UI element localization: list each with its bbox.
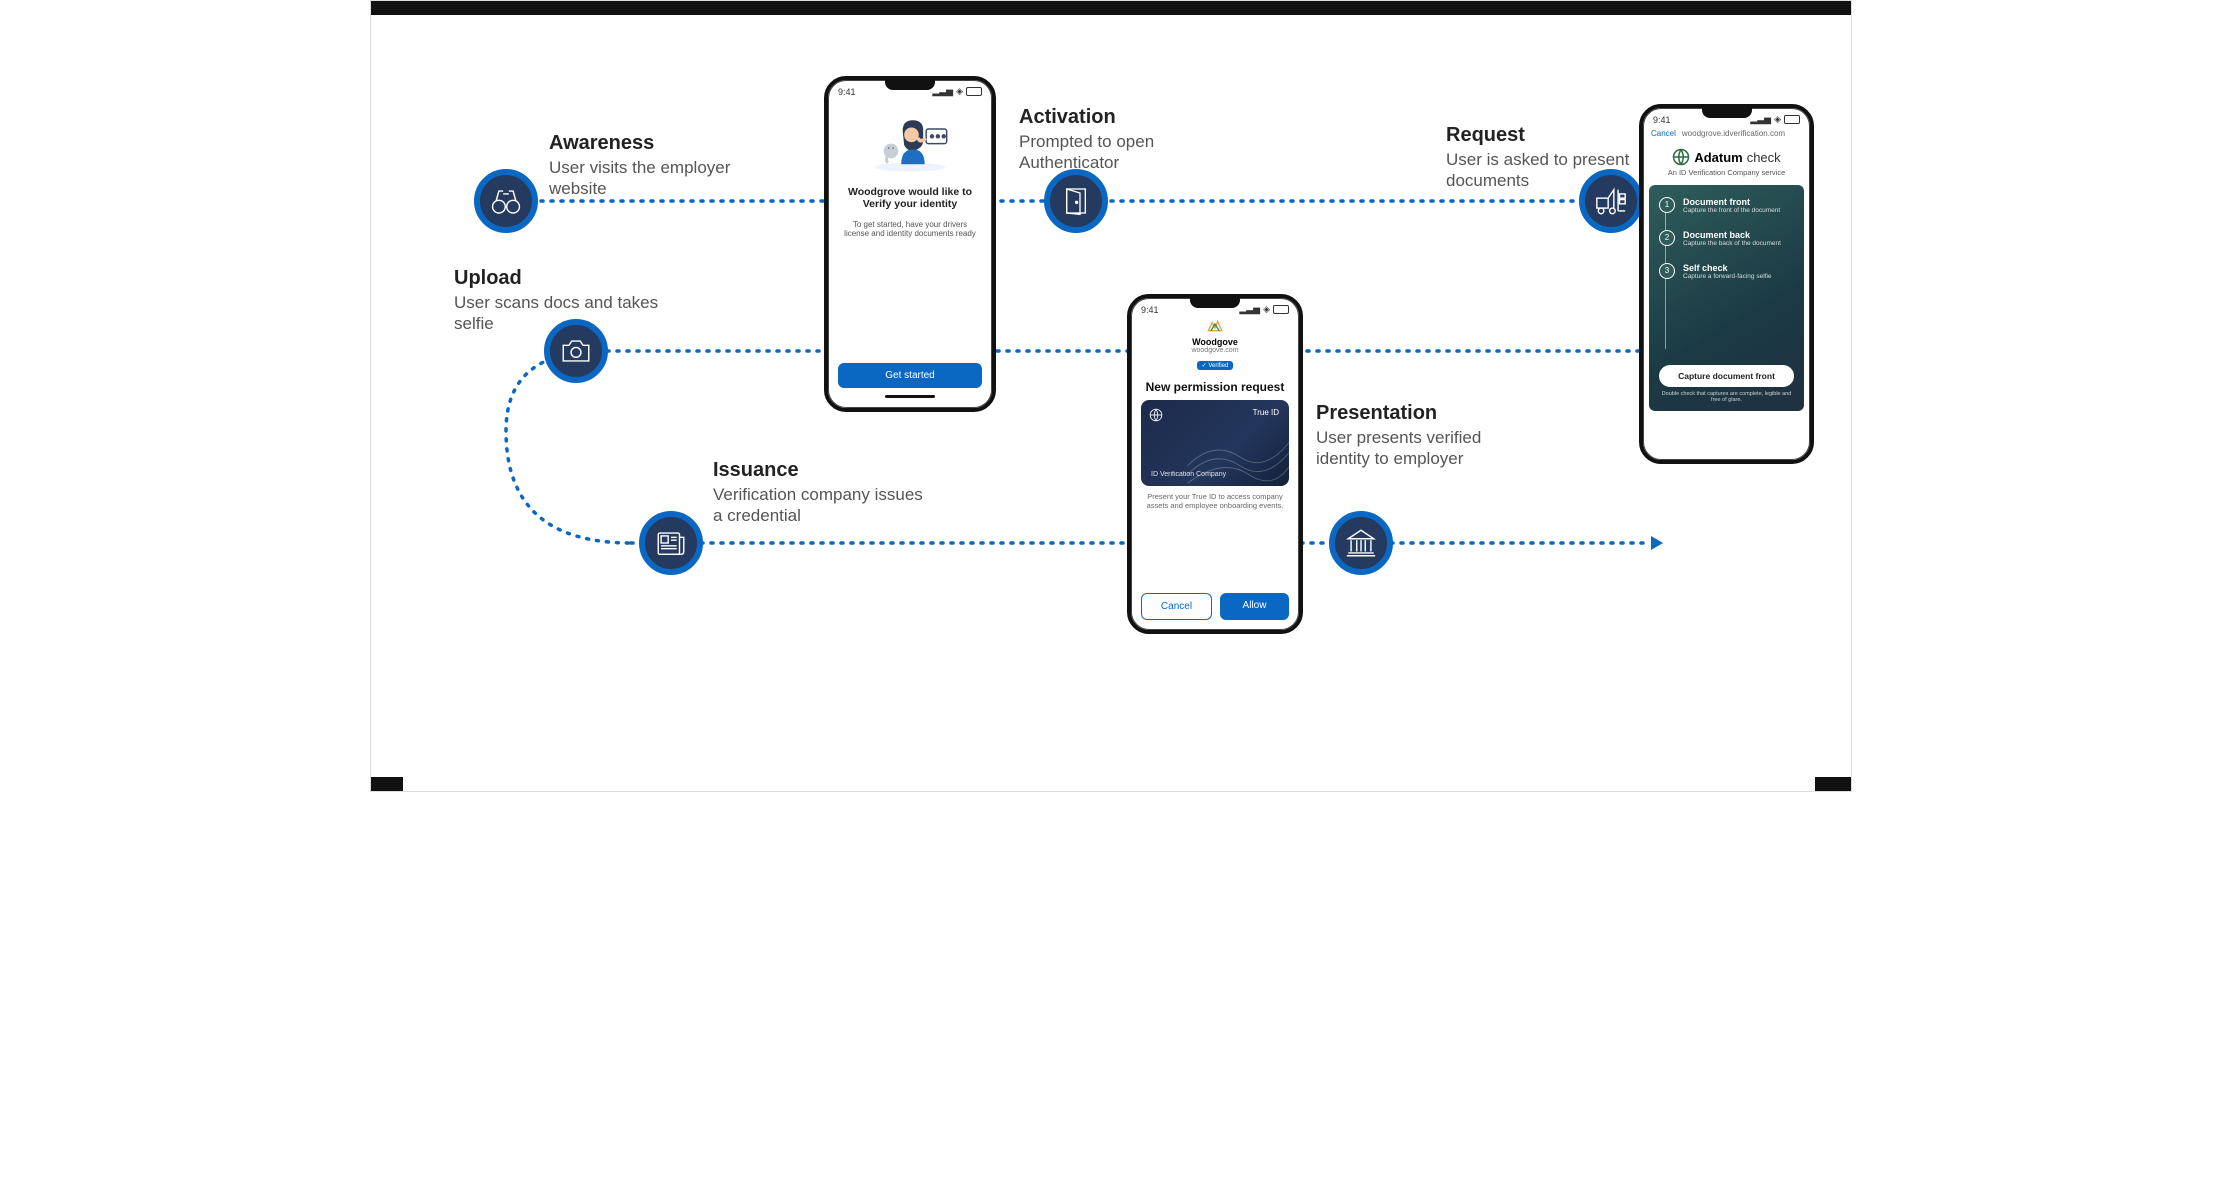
step-desc: User is asked to present documents [1446,149,1656,192]
step-title: Awareness [549,131,759,155]
step-upload: Upload User scans docs and takes selfie [454,266,664,335]
phone-clock: 9:41 [1653,115,1671,125]
news-icon [639,511,703,575]
step-desc: User scans docs and takes selfie [454,292,664,335]
step-desc: User visits the employer website [549,157,759,200]
bank-icon [1329,511,1393,575]
step-title: Presentation [1316,401,1526,425]
card-title: True ID [1253,408,1279,417]
p3-explain: Present your True ID to access company a… [1131,492,1299,510]
globe-icon [1149,408,1163,422]
step-presentation: Presentation User presents verified iden… [1316,401,1526,470]
arrowhead-icon [1651,536,1663,550]
phone1-instruction: To get started, have your drivers licens… [840,220,980,238]
p2-step2-desc: Capture the back of the document [1683,240,1781,247]
phone-presentation: 9:41 ▂▃▅◈ Woodgove woodgove.com ✓ Verifi… [1127,294,1303,634]
bottom-right-marker [1815,777,1851,791]
verified-badge: ✓ Verified [1197,361,1234,370]
allow-button[interactable]: Allow [1220,593,1289,620]
capture-button[interactable]: Capture document front [1659,365,1794,387]
brand-adatum: Adatum [1694,150,1742,165]
browser-cancel[interactable]: Cancel [1651,129,1676,138]
step-issuance: Issuance Verification company issues a c… [713,458,923,527]
phone1-heading: Woodgrove would like to Verify your iden… [840,186,980,210]
phone-request: 9:41 ▂▃▅◈ Cancel woodgrove.idverificatio… [1639,104,1814,464]
woodgrove-logo-icon [1207,320,1223,332]
p2-step3-desc: Capture a forward-facing selfie [1683,273,1772,280]
step-title: Issuance [713,458,923,482]
step-title: Activation [1019,105,1229,129]
brand-subtitle: An ID Verification Company service [1651,168,1802,177]
phone-clock: 9:41 [838,87,856,97]
step-request: Request User is asked to present documen… [1446,123,1656,192]
p2-step1-desc: Capture the front of the document [1683,207,1780,214]
brand-check: check [1747,150,1781,165]
p2-step3-title: Self check [1683,263,1772,273]
bottom-left-marker [371,777,403,791]
p3-heading: New permission request [1141,380,1289,394]
step-desc: Prompted to open Authenticator [1019,131,1229,174]
capture-footnote: Double check that captures are complete,… [1659,391,1794,403]
p3-brand: Woodgove [1141,337,1289,347]
p3-domain: woodgove.com [1141,347,1289,354]
step-awareness: Awareness User visits the employer websi… [549,131,759,200]
door-icon [1044,169,1108,233]
p2-step1-title: Document front [1683,197,1780,207]
browser-url: woodgrove.idverification.com [1682,129,1785,138]
p2-step2-title: Document back [1683,230,1781,240]
globe-icon [1672,148,1690,166]
cancel-button[interactable]: Cancel [1141,593,1212,620]
step-desc: User presents verified identity to emplo… [1316,427,1526,470]
phone-clock: 9:41 [1141,305,1159,315]
onboarding-illustration [865,107,955,173]
flow-diagram: Awareness User visits the employer websi… [370,0,1852,792]
get-started-button[interactable]: Get started [838,363,982,388]
step-title: Upload [454,266,664,290]
step-desc: Verification company issues a credential [713,484,923,527]
top-black-bar [371,1,1851,15]
phone-awareness: 9:41 ▂▃▅◈ Woodgrove would like to Verify… [824,76,996,412]
step-title: Request [1446,123,1656,147]
binoculars-icon [474,169,538,233]
step-activation: Activation Prompted to open Authenticato… [1019,105,1229,174]
